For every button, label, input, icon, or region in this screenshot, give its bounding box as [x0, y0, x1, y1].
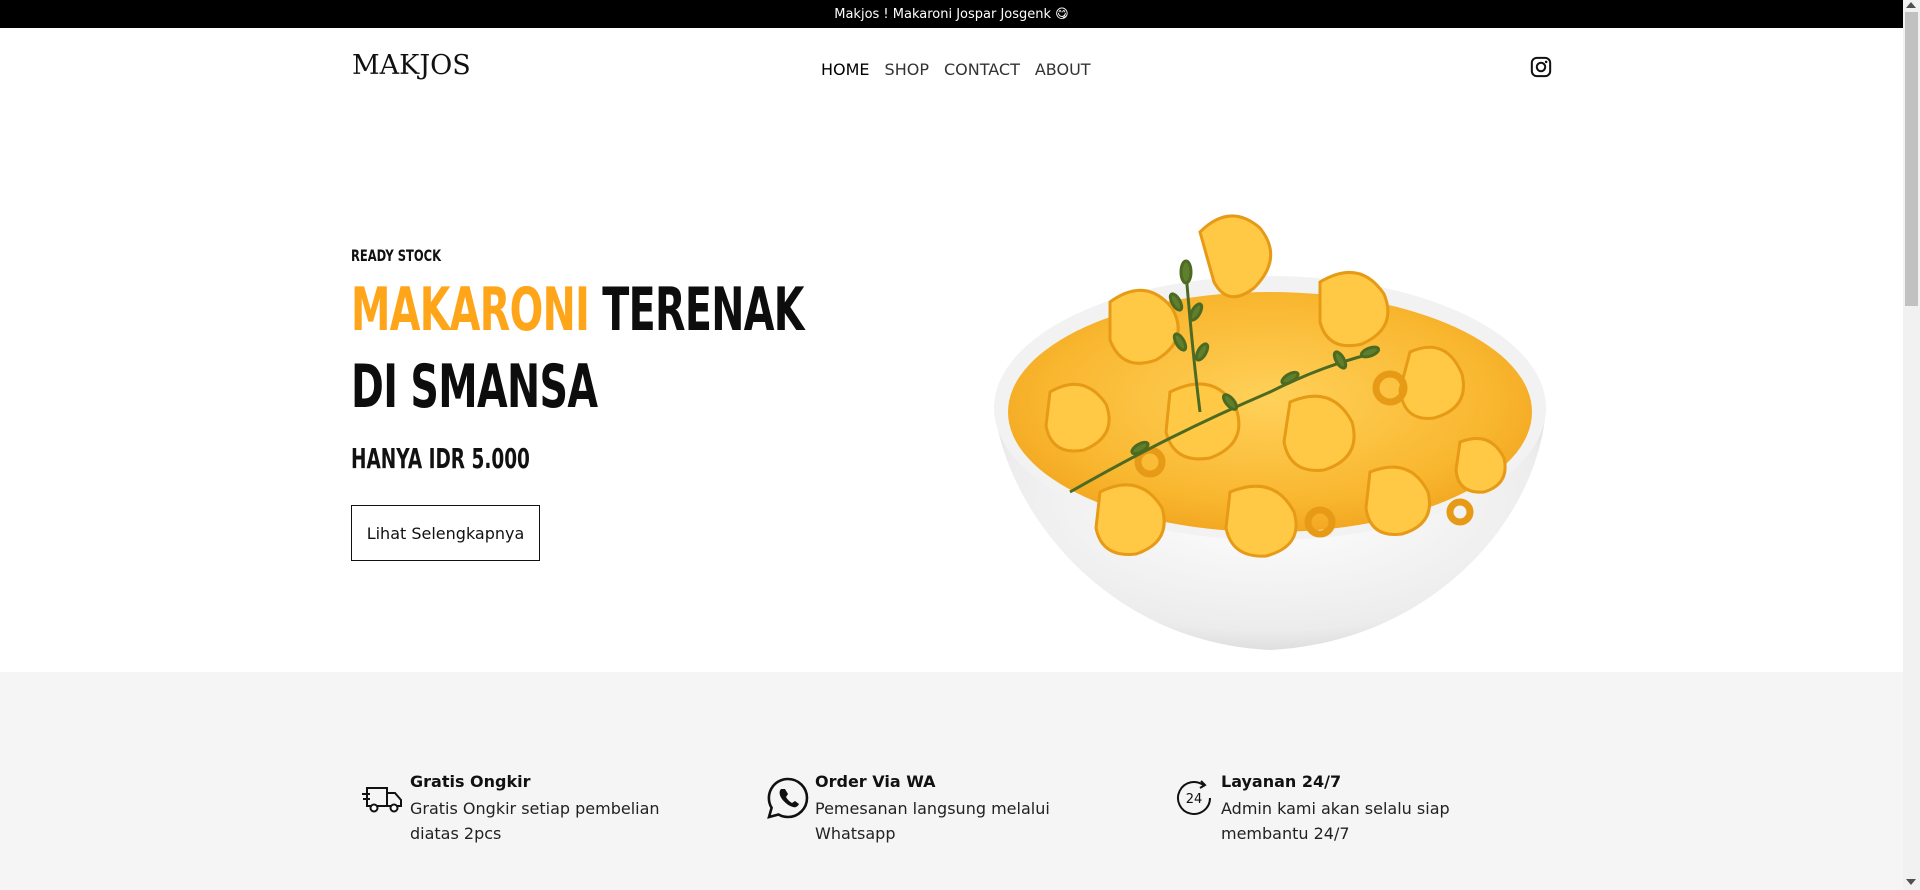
- svg-text:24: 24: [1186, 792, 1203, 807]
- feature-title: Layanan 24/7: [1221, 772, 1342, 791]
- headline-accent: MAKARONI: [351, 275, 590, 345]
- hero-eyebrow: READY STOCK: [351, 246, 442, 265]
- headline-line2: DI SMANSA: [351, 352, 598, 422]
- feature-description: Pemesanan langsung melalui Whatsapp: [815, 799, 1050, 843]
- hero-price: HANYA IDR 5.000: [351, 442, 530, 475]
- feature-description: Admin kami akan selalu siap membantu 24/…: [1221, 799, 1450, 843]
- hero-section: READY STOCK MAKARONI TERENAK DI SMANSA H…: [0, 114, 1903, 672]
- nav-shop[interactable]: SHOP: [885, 60, 929, 79]
- scroll-down-arrow-icon[interactable]: [1906, 879, 1916, 885]
- hero-headline: MAKARONI TERENAK DI SMANSA: [351, 272, 804, 426]
- feature-description: Gratis Ongkir setiap pembelian diatas 2p…: [410, 799, 660, 843]
- macaroni-bowl-image: [994, 214, 1546, 650]
- announcement-bar: Makjos ! Makaroni Jospar Josgenk 😋: [0, 0, 1903, 28]
- feature-title: Gratis Ongkir: [410, 772, 531, 791]
- nav-about[interactable]: ABOUT: [1035, 60, 1091, 79]
- whatsapp-icon: [767, 777, 809, 819]
- nav-home[interactable]: HOME: [821, 60, 870, 79]
- main-nav: HOME SHOP CONTACT ABOUT: [821, 60, 1106, 79]
- site-logo[interactable]: MAKJOS: [352, 50, 471, 81]
- 24-hours-icon: 24: [1177, 780, 1211, 815]
- feature-title: Order Via WA: [815, 772, 936, 791]
- announcement-text: Makjos ! Makaroni Jospar Josgenk 😋: [834, 6, 1069, 22]
- scroll-up-arrow-icon[interactable]: [1906, 2, 1916, 8]
- scrollbar-thumb[interactable]: [1905, 12, 1918, 306]
- nav-contact[interactable]: CONTACT: [944, 60, 1020, 79]
- see-more-button[interactable]: Lihat Selengkapnya: [351, 505, 540, 561]
- instagram-icon[interactable]: [1530, 56, 1552, 78]
- features-section: Gratis Ongkir Gratis Ongkir setiap pembe…: [0, 672, 1903, 890]
- site-header: MAKJOS HOME SHOP CONTACT ABOUT: [0, 28, 1903, 114]
- delivery-truck-icon: [362, 787, 402, 813]
- headline-rest: TERENAK: [589, 275, 804, 345]
